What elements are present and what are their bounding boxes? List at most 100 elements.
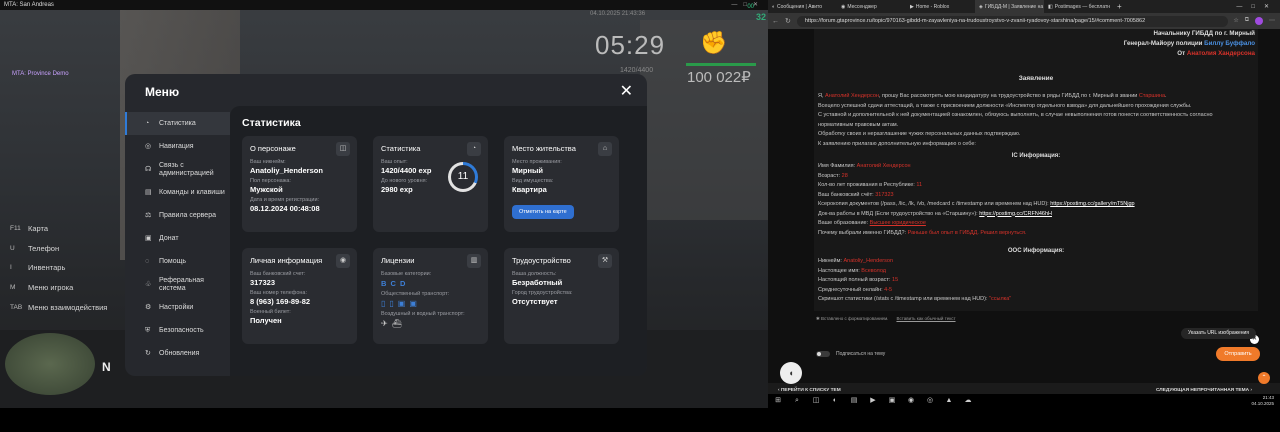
browser-window: ◐ Сообщения | Авито ◉ Мессенджер ▶ Home - R… — [768, 0, 1280, 408]
level-value: 11 — [451, 165, 475, 189]
tab-avito[interactable]: ◐ Сообщения | Авито — [768, 0, 837, 13]
hud-ammo: 1420/4400 — [620, 67, 654, 74]
explorer-icon[interactable]: ▤ — [846, 394, 862, 408]
cloud-icon[interactable]: ☁ — [960, 394, 976, 408]
health-bar — [686, 63, 756, 66]
paste-plain-link[interactable]: Вставить как обычный текст — [896, 316, 955, 321]
chevron-right-icon: › — [1249, 388, 1252, 393]
reload-icon[interactable]: ↻ — [785, 17, 791, 25]
hotkey-label: Инвентарь — [28, 263, 66, 273]
sidebar-item-contact-admin[interactable]: ☊ Связь с администрацией — [125, 158, 230, 181]
mark-on-map-button[interactable]: Отметить на карте — [512, 205, 574, 219]
youtube-icon[interactable]: ▶ — [865, 394, 881, 408]
text: Настоящее имя: — [818, 267, 862, 274]
tab-gibdd[interactable]: ◈ ГИБДД-М | Заявление на — [975, 0, 1044, 13]
card-title: Трудоустройство — [512, 256, 571, 265]
ic-line: Ваше образование: Высшее юридическое — [814, 219, 1258, 229]
url-field[interactable]: https://forum.gtaprovince.ru/topic/97016… — [796, 15, 1229, 27]
scroll-top-icon[interactable]: ⌃ — [1258, 372, 1270, 384]
tab-label: Postimages — бесплатн — [1054, 3, 1111, 10]
ooc-line: Никнейм: Anatoliy_Henderson — [814, 257, 1258, 267]
new-tab-button[interactable]: + — [1117, 2, 1122, 11]
sidebar-item-help[interactable]: ◌ Помощь — [125, 250, 230, 273]
sidebar-item-updates[interactable]: ↻ Обновления — [125, 342, 230, 365]
text: Скриншот статистики (/stats с /timestamp… — [818, 296, 990, 302]
ooc-line: Среднесуточный онлайн: 4-5 — [814, 286, 1258, 296]
close-icon[interactable]: ✕ — [620, 84, 633, 100]
position-label: Ваша должность: — [512, 271, 557, 277]
avatar[interactable] — [1255, 17, 1263, 25]
refresh-icon: ↻ — [145, 349, 151, 357]
sidebar-item-donate[interactable]: ▣ Донат — [125, 227, 230, 250]
tab-label: Сообщения | Авито — [777, 3, 823, 10]
ic-line: Почему выбрали именно ГИБДД?: Раньше был… — [814, 229, 1258, 239]
link-label: ПЕРЕЙТИ К СПИСКУ ТЕМ — [780, 388, 841, 393]
plane-icon: ✈⛴ — [381, 319, 406, 328]
window-controls[interactable]: —□✕ — [1236, 3, 1280, 10]
text: Никнейм: — [818, 258, 844, 264]
search-icon[interactable]: ⌕ — [789, 394, 805, 408]
address-bar-row: ← ↻ https://forum.gtaprovince.ru/topic/9… — [768, 13, 1280, 29]
compass-icon: ◎ — [145, 142, 152, 150]
hotkey-key: F11 — [10, 225, 21, 233]
help-icon: ◌ — [145, 257, 150, 265]
card-title: Место жительства — [512, 144, 576, 153]
text: От — [1177, 50, 1187, 57]
hotkey-key: I — [10, 264, 12, 272]
link[interactable]: https://postimg.cc/gallery/mT5Njgp — [1050, 201, 1134, 207]
sidebar-item-rules[interactable]: ⚖ Правила сервера — [125, 204, 230, 227]
text: Почему выбрали именно ГИБДД?: — [818, 229, 908, 236]
tab-roblox[interactable]: ▶ Home - Roblox — [906, 0, 975, 13]
sidebar-item-label: Связь с администрацией — [159, 161, 214, 177]
chat-icon[interactable]: ◖ — [780, 362, 802, 384]
sidebar-item-security[interactable]: ⛨ Безопасность — [125, 319, 230, 342]
taskview-icon[interactable]: ◫ — [808, 394, 824, 408]
back-icon[interactable]: ← — [772, 18, 779, 25]
sidebar-item-commands[interactable]: ▤ Команды и клавиши — [125, 181, 230, 204]
bank-value: 317323 — [250, 278, 276, 287]
image-url-button[interactable]: Указать URL изображения — [1181, 328, 1256, 339]
sidebar-item-label: Настройки — [159, 303, 194, 311]
sidebar-item-statistics[interactable]: ◔ Статистика — [125, 112, 230, 135]
send-button[interactable]: Отправить — [1216, 347, 1260, 361]
star-icon[interactable]: ☆ — [1233, 17, 1238, 25]
game-icon[interactable]: ▲ — [941, 394, 957, 408]
gender-label: Пол персонажа: — [250, 178, 291, 184]
back-to-topics-link[interactable]: ‹ ПЕРЕЙТИ К СПИСКУ ТЕМ — [778, 388, 841, 393]
addressee-line: Генерал-Майору полиции Биллу Буффало — [814, 39, 1258, 49]
telegram-icon[interactable]: ◉ — [903, 394, 919, 408]
sidebar-item-label: Навигация — [159, 142, 194, 150]
game-window: MTA: San Andreas —□✕ 00 32 04.10.2025 21… — [0, 0, 768, 408]
hotkey-player-menu: M Меню игрока — [10, 278, 107, 298]
job-city-value: Отсутствует — [512, 297, 558, 306]
edge-icon[interactable]: ◐ — [827, 394, 843, 408]
tab-messenger[interactable]: ◉ Мессенджер — [837, 0, 906, 13]
link[interactable]: https://postimg.cc/CRFN46hH — [979, 211, 1052, 217]
hotkey-label: Меню взаимодействия — [28, 302, 108, 312]
text: Анатолий Хендерсон — [856, 163, 911, 169]
level-progress-ring: 11 — [448, 162, 478, 192]
sidebar-item-settings[interactable]: ⚙ Настройки — [125, 296, 230, 319]
post-paragraph: нормативным правовым актам. — [818, 121, 899, 128]
phone-label: Ваш номер телефона: — [250, 290, 308, 296]
sidebar-item-label: Донат — [159, 234, 179, 242]
ic-line: Ксерокопия документов (/pass, /lic, /lk,… — [814, 200, 1258, 210]
app-icon[interactable]: ▣ — [884, 394, 900, 408]
browser-icon[interactable]: ◎ — [922, 394, 938, 408]
post-editor-content[interactable]: Начальнику ГИБДД по г. Мирный Генерал-Ма… — [814, 29, 1258, 311]
start-icon[interactable]: ⊞ — [770, 394, 786, 408]
minimap — [5, 333, 95, 395]
tab-label: ГИБДД-М | Заявление на — [984, 3, 1044, 10]
subscribe-toggle[interactable] — [816, 351, 830, 357]
sidebar-item-referral[interactable]: ♧ Реферальная система — [125, 273, 230, 296]
text: Начальнику — [1153, 30, 1192, 37]
extension-icon[interactable]: ⧉ — [1245, 17, 1249, 25]
next-unread-link[interactable]: СЛЕДУЮЩАЯ НЕПРОЧИТАННАЯ ТЕМА › — [1156, 388, 1252, 393]
hud-datetime: 04.10.2025 21:43:36 — [590, 11, 646, 17]
tab-postimages[interactable]: ◧ Postimages — бесплатн — [1044, 0, 1113, 13]
more-icon[interactable]: ⋯ — [1269, 17, 1275, 25]
hotkey-key: M — [10, 284, 16, 292]
text: Среднесуточный онлайн: — [818, 286, 885, 293]
text: Генерал-Майору полиции — [1123, 40, 1205, 47]
sidebar-item-navigation[interactable]: ◎ Навигация — [125, 135, 230, 158]
